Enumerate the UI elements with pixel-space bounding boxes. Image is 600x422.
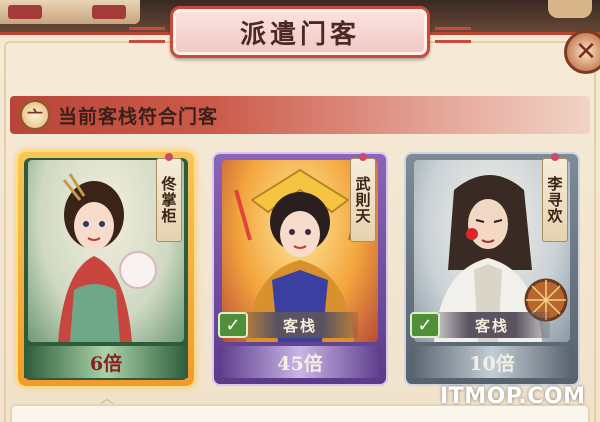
check-icon: ✓ bbox=[410, 312, 440, 338]
title-banner: 派遣门客 bbox=[129, 6, 471, 58]
watermark: ITMOP.COM bbox=[440, 384, 586, 409]
status-label: 客栈 bbox=[282, 316, 317, 335]
resource-chip bbox=[92, 5, 126, 19]
location-status: 客栈 bbox=[242, 312, 358, 338]
multiplier-value: 45倍 bbox=[277, 352, 323, 375]
section-title: 当前客栈符合门客 bbox=[58, 105, 219, 128]
location-status: 客栈 bbox=[434, 312, 550, 338]
multiplier-value: 10倍 bbox=[469, 352, 515, 375]
inn-icon-glyph: 亠 bbox=[26, 107, 43, 126]
chevron-up-icon: ︿ bbox=[100, 391, 114, 407]
status-label: 客栈 bbox=[474, 316, 509, 335]
hero-card-wu[interactable]: 武則天 客栈 ✓ 45倍 bbox=[212, 152, 388, 386]
resource-chip bbox=[8, 5, 42, 19]
close-icon: ✕ bbox=[575, 37, 597, 67]
close-button[interactable]: ✕ bbox=[564, 30, 600, 74]
inn-icon: 亠 bbox=[20, 100, 50, 130]
check-icon: ✓ bbox=[218, 312, 248, 338]
multiplier-bar: 10倍 bbox=[410, 346, 574, 378]
top-resource-strip bbox=[0, 0, 140, 24]
hero-card-li[interactable]: 李寻欢 客栈 ✓ 10倍 bbox=[404, 152, 580, 386]
hero-name-tag: 佟掌柜 bbox=[156, 153, 182, 242]
hero-name: 武則天 bbox=[353, 176, 372, 224]
hero-name-tag: 李寻欢 bbox=[542, 153, 568, 242]
hero-card-tong[interactable]: 佟掌柜 6倍 bbox=[18, 152, 194, 386]
multiplier-bar: 45倍 bbox=[218, 346, 382, 378]
multiplier-bar: 6倍 bbox=[24, 346, 188, 378]
hero-name: 李寻欢 bbox=[545, 176, 564, 224]
hero-name-tag: 武則天 bbox=[350, 153, 376, 242]
multiplier-value: 6倍 bbox=[89, 352, 123, 375]
section-header: 亠 当前客栈符合门客 bbox=[10, 96, 590, 134]
dialog-title: 派遣门客 bbox=[239, 19, 360, 50]
top-right-decoration bbox=[548, 0, 592, 18]
hero-name: 佟掌柜 bbox=[159, 176, 178, 224]
